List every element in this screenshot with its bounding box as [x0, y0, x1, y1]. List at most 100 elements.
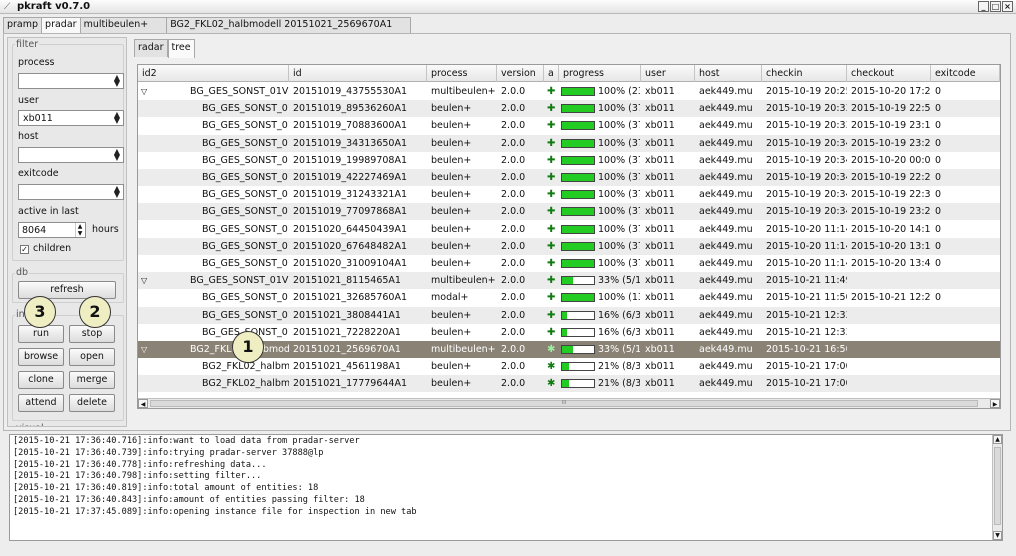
cell-version: 2.0.0	[501, 361, 526, 373]
progress-text: 16% (6/37	[598, 309, 640, 321]
cell-host: aek449.mu	[699, 120, 753, 132]
table-row[interactable]: ▽ BG_GES_SONST_01V01 20151021_8115465A1 mul…	[138, 272, 1000, 290]
progress-bar	[561, 327, 595, 337]
tab-tree[interactable]: tree	[167, 39, 195, 58]
expand-toggle-icon[interactable]: ▽	[141, 341, 147, 358]
scroll-down-icon[interactable]: ▼	[993, 531, 1002, 540]
attend-button[interactable]: attend	[18, 394, 64, 412]
table-row[interactable]: BG_GES_SONST_01' 20151019_34313650A1 beule…	[138, 134, 1000, 152]
cell-id: 20151020_64450439A1	[293, 223, 407, 235]
progress-fill	[562, 105, 594, 113]
expand-toggle-icon[interactable]: ▽	[141, 83, 147, 100]
cell-id2: BG_GES_SONST_01'	[202, 137, 289, 149]
cell-user: xb011	[645, 275, 675, 287]
progress-bar	[561, 276, 595, 286]
children-checkbox[interactable]: ✓	[20, 245, 29, 254]
sidebar: filter process ▲ ▼ user xb011 ▲ ▼ host ▲ ▼ …	[7, 37, 127, 427]
progress-fill	[562, 260, 594, 267]
table-row[interactable]: BG_GES_SONST_01' 20151020_64450439A1 beule…	[138, 221, 1000, 238]
table-row[interactable]: BG_GES_SONST_01' 20151020_67648482A1 beule…	[138, 237, 1000, 255]
status-finished-icon: ✚	[547, 189, 556, 201]
process-select[interactable]: ▲ ▼	[18, 73, 124, 89]
column-header-progress[interactable]: progress	[559, 65, 641, 82]
table-row[interactable]: BG_GES_SONST_01' 20151021_3808441A1 beulen…	[138, 306, 1000, 324]
clone-button[interactable]: clone	[18, 371, 64, 389]
children-label: children	[33, 243, 72, 254]
log-panel[interactable]: [2015-10-21 17:36:40.716]:info:want to l…	[9, 434, 1003, 541]
cell-checkout: 2015-10-20 17:20:	[851, 86, 931, 97]
table-row[interactable]: BG2_FKL02_halbmo 20151021_17779644A1 beule…	[138, 375, 1000, 393]
scroll-thumb[interactable]	[994, 447, 1001, 525]
exitcode-select[interactable]: ▲ ▼	[18, 184, 124, 200]
cell-checkout	[847, 341, 931, 358]
open-button[interactable]: open	[69, 348, 115, 366]
tab-pramp[interactable]: pramp	[3, 17, 43, 33]
tab-radar[interactable]: radar	[134, 39, 168, 57]
vertical-scrollbar[interactable]: ▲ ▼	[992, 435, 1002, 540]
cell-version: 2.0.0	[501, 309, 526, 321]
cell-version: 2.0.0	[501, 223, 526, 235]
minimize-icon[interactable]: _	[978, 1, 989, 12]
active-hours-spinner[interactable]: 8064 ▲ ▼	[18, 222, 86, 238]
table-row[interactable]: BG_GES_SONST_01' 20151019_31243321A1 beule…	[138, 186, 1000, 203]
cell-user: xb011	[645, 344, 675, 355]
host-select[interactable]: ▲ ▼	[18, 147, 124, 163]
user-select[interactable]: xb011 ▲ ▼	[18, 110, 124, 126]
table-row[interactable]: BG_GES_SONST_01'20151021_7228220A1beulen…	[138, 324, 1000, 341]
cell-checkin: 2015-10-21 12:33:	[766, 326, 847, 338]
tab-pradar[interactable]: pradar	[41, 17, 81, 33]
spinner-arrows-icon[interactable]: ▲ ▼	[75, 223, 84, 237]
scroll-up-icon[interactable]: ▲	[993, 435, 1002, 444]
column-header-exitcode[interactable]: exitcode	[931, 65, 1000, 82]
column-header-host[interactable]: host	[695, 65, 762, 82]
table-row[interactable]: BG_GES_SONST_01' 20151019_89536260A1 beule…	[138, 100, 1000, 118]
table-row[interactable]: BG_GES_SONST_01' 20151019_77097868A1 beule…	[138, 203, 1000, 221]
column-header-checkin[interactable]: checkin	[762, 65, 847, 82]
scroll-thumb[interactable]: III	[150, 400, 978, 407]
cell-host: aek449.mu	[699, 309, 753, 321]
cell-host: aek449.mu	[699, 326, 753, 338]
cell-id2: BG_GES_SONST_01V01	[190, 275, 289, 287]
scroll-left-icon[interactable]: ◀	[138, 399, 148, 408]
maximize-icon[interactable]: □	[990, 1, 1001, 12]
tab-instance[interactable]: BG2_FKL02_halbmodell 20151021_2569670A1	[166, 17, 412, 33]
table-row[interactable]: BG_GES_SONST_01' 20151019_19989708A1 beule…	[138, 152, 1000, 169]
filter-group-title: filter	[15, 39, 40, 50]
column-header-checkout[interactable]: checkout	[847, 65, 931, 82]
log-line: [2015-10-21 17:36:40.843]:info:amount of…	[13, 494, 365, 505]
table-row[interactable]: BG_GES_SONST_01' 20151020_31009104A1 beule…	[138, 255, 1000, 272]
table-row[interactable]: ▽ BG_GES_SONST_01V01 20151019_43755530A1 mu…	[138, 83, 1000, 100]
scroll-right-icon[interactable]: ▶	[990, 399, 1000, 408]
column-header-id2[interactable]: id2	[138, 65, 289, 82]
column-header-process[interactable]: process	[427, 65, 497, 82]
cell-checkout: 2015-10-20 14:12:	[851, 223, 931, 235]
table-row[interactable]: BG2_FKL02_halbmo 20151021_4561198A1 beulen…	[138, 358, 1000, 375]
cell-version: 2.0.0	[501, 206, 526, 218]
column-header-icon[interactable]: a	[544, 65, 559, 82]
progress-fill	[562, 380, 569, 388]
expand-toggle-icon[interactable]: ▽	[141, 272, 147, 289]
view-tab-bar: radar tree	[134, 39, 195, 58]
cell-exitcode: 0	[935, 223, 942, 235]
cell-checkin: 2015-10-19 20:34:	[766, 137, 847, 149]
table-row[interactable]: BG_GES_SONST_01' 20151019_42227469A1 beule…	[138, 169, 1000, 186]
merge-button[interactable]: merge	[69, 371, 115, 389]
close-icon[interactable]: ×	[1002, 1, 1013, 12]
column-header-id[interactable]: id	[289, 65, 427, 82]
column-header-version[interactable]: version	[497, 65, 544, 82]
progress-text: 21% (8/37	[598, 361, 640, 373]
progress-text: 100% (37,	[598, 240, 640, 252]
column-header-user[interactable]: user	[641, 65, 695, 82]
cell-user: xb011	[645, 258, 675, 269]
cell-process: beulen+	[431, 103, 472, 115]
table-row[interactable]: BG_GES_SONST_01' 20151021_32685760A1 modal…	[138, 289, 1000, 306]
progress-fill	[562, 191, 594, 199]
tab-multibeulen[interactable]: multibeulen+	[79, 17, 168, 33]
log-line: [2015-10-21 17:36:40.739]:info:trying pr…	[13, 447, 324, 458]
instance-tree-table: id2 id process version a progress user host chec…	[137, 64, 1001, 409]
delete-button[interactable]: delete	[69, 394, 115, 412]
horizontal-scrollbar[interactable]: ◀ III ▶	[138, 398, 1000, 408]
browse-button[interactable]: browse	[18, 348, 64, 366]
table-row[interactable]: BG_GES_SONST_01' 20151019_70883600A1 beule…	[138, 117, 1000, 134]
table-row[interactable]: ▽BG2_FKL02_halbmodel20151021_2569670A1mu…	[138, 341, 1000, 358]
